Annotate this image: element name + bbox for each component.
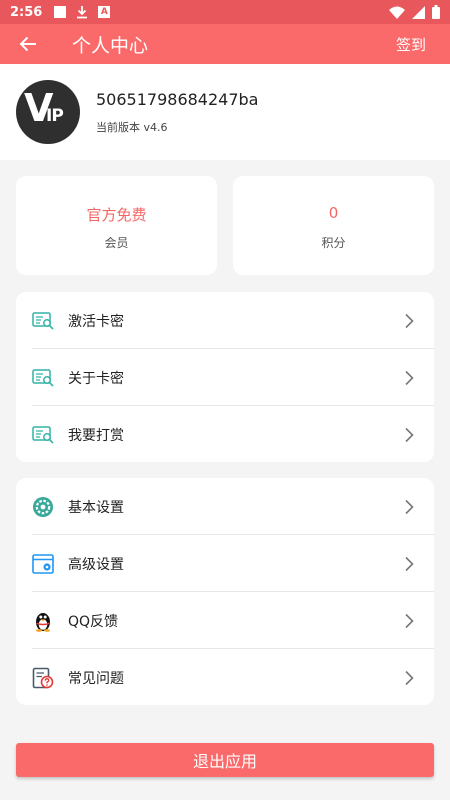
menu-item-activate-card[interactable]: 激活卡密 (16, 292, 434, 349)
notification-square-icon (54, 6, 67, 18)
page-title: 个人中心 (72, 34, 149, 57)
points-label: 积分 (321, 236, 346, 250)
chevron-right-icon (405, 427, 414, 442)
menu-item-label: 高级设置 (68, 556, 124, 573)
chevron-right-icon (405, 313, 414, 328)
points-value: 0 (328, 204, 339, 222)
menu-item-label: QQ反馈 (68, 613, 119, 630)
signin-button[interactable]: 签到 (396, 34, 426, 55)
menu-item-label: 激活卡密 (68, 313, 124, 330)
menu-item-faq[interactable]: 常见问题 (16, 649, 434, 706)
vip-logo-ip: IP (46, 106, 64, 126)
status-bar: 2:56 A (0, 0, 450, 24)
avatar[interactable]: V IP (16, 80, 80, 144)
notification-a-icon: A (98, 6, 111, 18)
wifi-icon (389, 6, 405, 19)
menu-item-label: 基本设置 (68, 499, 124, 516)
profile-info: 50651798684247ba 当前版本 v4.6 (96, 90, 258, 135)
signal-icon (412, 5, 425, 19)
download-icon (77, 6, 88, 19)
help-document-icon (32, 667, 54, 689)
card-key-icon (32, 424, 54, 446)
app-bar: 个人中心 签到 (0, 24, 450, 64)
menu-item-advanced-settings[interactable]: 高级设置 (16, 535, 434, 592)
app-version: 当前版本 v4.6 (96, 120, 168, 134)
back-arrow-icon (19, 36, 36, 52)
chevron-right-icon (405, 499, 414, 514)
membership-value: 官方免费 (86, 206, 147, 224)
chevron-right-icon (405, 670, 414, 685)
user-id: 50651798684247ba (96, 89, 259, 109)
menu-item-about-card[interactable]: 关于卡密 (16, 349, 434, 406)
menu-item-label: 我要打赏 (68, 427, 124, 444)
chevron-right-icon (405, 613, 414, 628)
menu-item-basic-settings[interactable]: 基本设置 (16, 478, 434, 535)
chevron-right-icon (405, 556, 414, 571)
membership-label: 会员 (104, 236, 129, 250)
menu-item-qq-feedback[interactable]: QQ反馈 (16, 592, 434, 649)
battery-icon (432, 5, 440, 19)
menu-item-donate[interactable]: 我要打赏 (16, 406, 434, 463)
points-card[interactable]: 0 积分 (233, 176, 434, 275)
logout-button[interactable]: 退出应用 (16, 743, 434, 777)
gear-icon (32, 496, 54, 518)
back-button[interactable] (0, 24, 56, 64)
status-time: 2:56 (10, 4, 43, 20)
profile-header: V IP 50651798684247ba 当前版本 v4.6 (0, 64, 450, 160)
window-gear-icon (32, 553, 54, 575)
chevron-right-icon (405, 370, 414, 385)
menu-item-label: 关于卡密 (68, 370, 124, 387)
membership-card[interactable]: 官方免费 会员 (16, 176, 217, 275)
menu-item-label: 常见问题 (68, 670, 124, 687)
card-key-icon (32, 310, 54, 332)
qq-penguin-icon (32, 610, 54, 632)
card-key-icon (32, 367, 54, 389)
